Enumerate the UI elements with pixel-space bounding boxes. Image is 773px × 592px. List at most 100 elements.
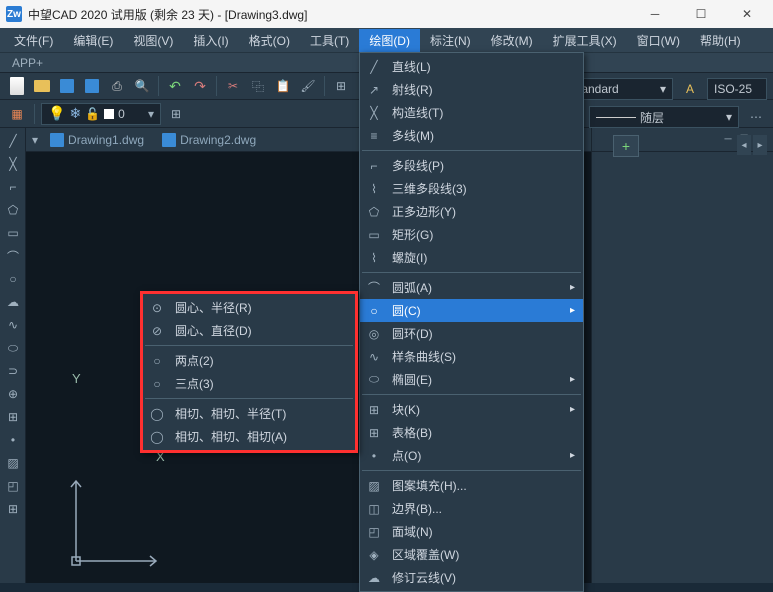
- menu-item-wipeout[interactable]: ◈区域覆盖(W): [360, 543, 583, 566]
- layer-combo[interactable]: 💡 ❄ 🔓 0 ▾: [41, 103, 161, 125]
- menu-item-hatch[interactable]: ▨图案填充(H)...: [360, 474, 583, 497]
- region-tool[interactable]: ◰: [2, 475, 24, 497]
- rect-tool[interactable]: ▭: [2, 222, 24, 244]
- match-button[interactable]: 🖌: [297, 75, 319, 97]
- submenu-arrow-icon: ▸: [570, 282, 575, 293]
- maximize-button[interactable]: ☐: [681, 0, 721, 28]
- scroll-right-button[interactable]: ▸: [753, 135, 767, 155]
- arc-icon: ⌒: [364, 278, 384, 298]
- layer-tool-button[interactable]: ⊞: [165, 103, 187, 125]
- circle-center-radius[interactable]: ⊙圆心、半径(R): [143, 296, 355, 319]
- doc-tab-1[interactable]: Drawing1.dwg: [44, 131, 150, 149]
- doc-tab-2[interactable]: Drawing2.dwg: [156, 131, 262, 149]
- chevron-down-icon: ▾: [726, 110, 732, 124]
- scroll-left-button[interactable]: ◂: [737, 135, 751, 155]
- arc-tool[interactable]: ⌒: [2, 245, 24, 267]
- menu-help[interactable]: 帮助(H): [690, 29, 751, 52]
- tab-expand-icon[interactable]: ▾: [32, 133, 38, 147]
- menu-item-spline[interactable]: ∿样条曲线(S): [360, 345, 583, 368]
- spline-tool[interactable]: ∿: [2, 314, 24, 336]
- menu-item-boundary[interactable]: ◫边界(B)...: [360, 497, 583, 520]
- menu-item-revcloud[interactable]: ☁修订云线(V): [360, 566, 583, 589]
- menu-item-circle[interactable]: ○圆(C)▸: [360, 299, 583, 322]
- hatch-tool[interactable]: ▨: [2, 452, 24, 474]
- menu-item-ray[interactable]: ↗射线(R): [360, 78, 583, 101]
- menu-item-polygon[interactable]: ⬠正多边形(Y): [360, 200, 583, 223]
- menu-item-arc[interactable]: ⌒圆弧(A)▸: [360, 276, 583, 299]
- new-button[interactable]: [6, 75, 28, 97]
- color-swatch: [104, 109, 114, 119]
- paste-button[interactable]: 📋: [272, 75, 294, 97]
- panel-min-icon[interactable]: ─: [725, 134, 732, 145]
- save-button[interactable]: [56, 75, 78, 97]
- circle-center-diameter[interactable]: ⊘圆心、直径(D): [143, 319, 355, 342]
- menu-item-block[interactable]: ⊞块(K)▸: [360, 398, 583, 421]
- menu-edit[interactable]: 编辑(E): [63, 29, 123, 52]
- menu-item-pline3d[interactable]: ⌇三维多段线(3): [360, 177, 583, 200]
- ellipse-arc-tool[interactable]: ⊃: [2, 360, 24, 382]
- menu-item-pline[interactable]: ⌐多段线(P): [360, 154, 583, 177]
- circle-3p[interactable]: ○三点(3): [143, 372, 355, 395]
- menu-modify[interactable]: 修改(M): [481, 29, 543, 52]
- menu-dimension[interactable]: 标注(N): [420, 29, 481, 52]
- right-panel: ─ ☐ ✕: [591, 128, 773, 583]
- menu-item-point[interactable]: •点(O)▸: [360, 444, 583, 467]
- circle-ttt[interactable]: ◯相切、相切、相切(A): [143, 425, 355, 448]
- dim-style-combo[interactable]: ISO-25: [707, 78, 767, 100]
- ellipse-tool[interactable]: ⬭: [2, 337, 24, 359]
- menu-item-helix[interactable]: ⌇螺旋(I): [360, 246, 583, 269]
- undo-button[interactable]: ↶: [164, 75, 186, 97]
- spline-icon: ∿: [364, 347, 384, 367]
- print-button[interactable]: ⎙: [106, 75, 128, 97]
- menu-item-region[interactable]: ◰面域(N): [360, 520, 583, 543]
- open-button[interactable]: [31, 75, 53, 97]
- menu-item-rect[interactable]: ▭矩形(G): [360, 223, 583, 246]
- layer-name: 0: [118, 107, 125, 121]
- layer-panel-button[interactable]: ▦: [6, 103, 28, 125]
- revcloud-tool[interactable]: ☁: [2, 291, 24, 313]
- menu-window[interactable]: 窗口(W): [627, 29, 690, 52]
- block-make-tool[interactable]: ⊞: [2, 406, 24, 428]
- style-tool[interactable]: A: [679, 78, 701, 100]
- tool-a[interactable]: ⊞: [330, 75, 352, 97]
- menu-insert[interactable]: 插入(I): [183, 29, 238, 52]
- menu-item-table[interactable]: ⊞表格(B): [360, 421, 583, 444]
- menu-item-ellipse[interactable]: ⬭椭圆(E)▸: [360, 368, 583, 391]
- table-tool[interactable]: ⊞: [2, 498, 24, 520]
- minimize-button[interactable]: ─: [635, 0, 675, 28]
- preview-button[interactable]: 🔍: [131, 75, 153, 97]
- menu-tools[interactable]: 工具(T): [300, 29, 359, 52]
- menu-format[interactable]: 格式(O): [239, 29, 300, 52]
- point-tool[interactable]: •: [2, 429, 24, 451]
- menu-view[interactable]: 视图(V): [123, 29, 183, 52]
- point-icon: •: [364, 446, 384, 466]
- menu-ext[interactable]: 扩展工具(X): [543, 29, 627, 52]
- circle-ttr[interactable]: ◯相切、相切、半径(T): [143, 402, 355, 425]
- polygon-tool[interactable]: ⬠: [2, 199, 24, 221]
- block-insert-tool[interactable]: ⊕: [2, 383, 24, 405]
- separator: [216, 76, 217, 96]
- xline-tool[interactable]: ╳: [2, 153, 24, 175]
- pline-tool[interactable]: ⌐: [2, 176, 24, 198]
- panel-add-tab[interactable]: +: [613, 135, 639, 157]
- submenu-arrow-icon: ▸: [570, 374, 575, 385]
- circle-2p[interactable]: ○两点(2): [143, 349, 355, 372]
- menu-item-donut[interactable]: ◎圆环(D): [360, 322, 583, 345]
- cut-button[interactable]: ✂: [222, 75, 244, 97]
- linetype-tool[interactable]: ⋯: [745, 106, 767, 128]
- circle-tool[interactable]: ○: [2, 268, 24, 290]
- linetype-combo[interactable]: 随层 ▾: [589, 106, 739, 128]
- undo-icon: ↶: [169, 78, 181, 95]
- menu-file[interactable]: 文件(F): [4, 29, 63, 52]
- saveas-button[interactable]: [81, 75, 103, 97]
- copy-button[interactable]: ⿻: [247, 75, 269, 97]
- close-button[interactable]: ✕: [727, 0, 767, 28]
- menu-item-xline[interactable]: ╳构造线(T): [360, 101, 583, 124]
- menu-item-label: 相切、相切、半径(T): [175, 405, 286, 422]
- menu-item-line[interactable]: ╱直线(L): [360, 55, 583, 78]
- line-tool[interactable]: ╱: [2, 130, 24, 152]
- menu-item-mline[interactable]: ≡多线(M): [360, 124, 583, 147]
- menu-item-label: 点(O): [392, 447, 421, 464]
- redo-button[interactable]: ↷: [189, 75, 211, 97]
- menu-draw[interactable]: 绘图(D): [359, 29, 420, 52]
